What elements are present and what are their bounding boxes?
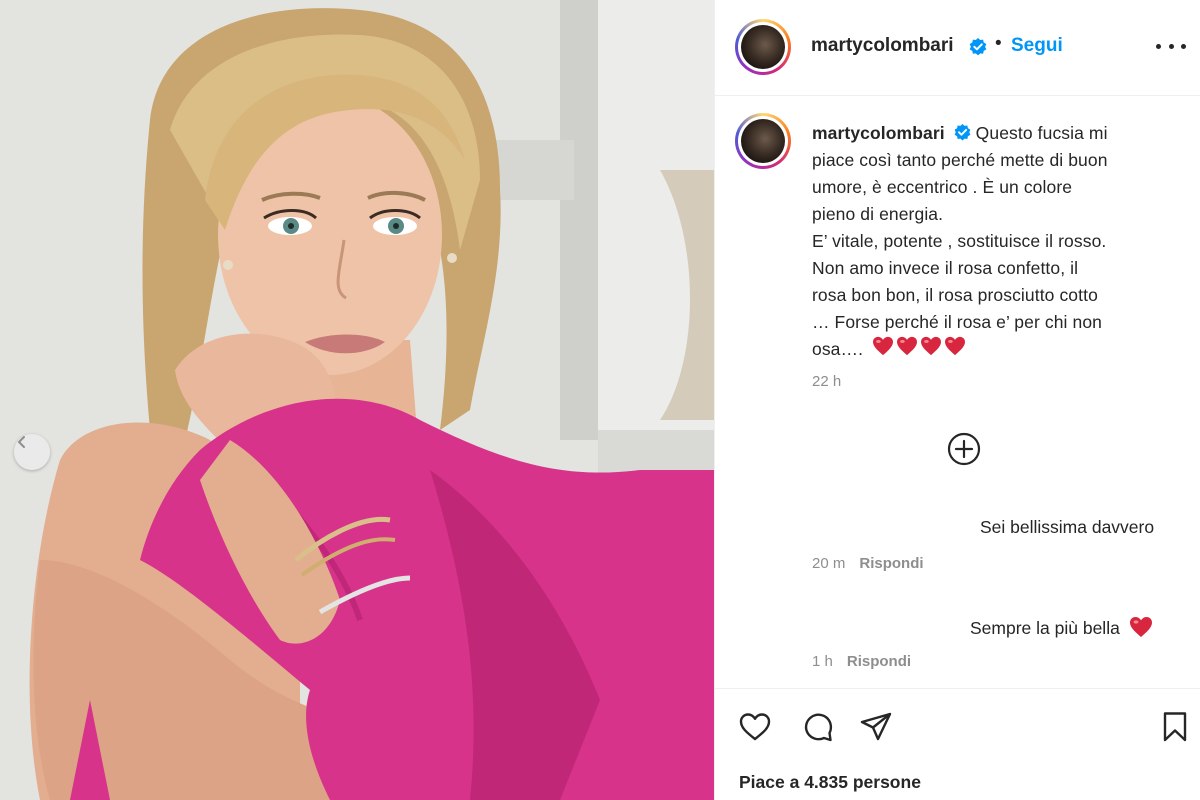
post-actions-bar: Piace a 4.835 persone [715, 688, 1200, 800]
bookmark-icon[interactable] [1157, 709, 1193, 745]
heart-icon[interactable] [737, 709, 773, 745]
comment-meta: 1 h Rispondi [812, 653, 911, 670]
red-heart-emoji-icon [897, 337, 918, 356]
caption-line: Non amo invece il rosa confetto, il [812, 258, 1079, 278]
caption-avatar[interactable] [735, 113, 791, 169]
post-author-username[interactable]: martycolombari [811, 35, 954, 57]
post-header: martycolombari • Segui [715, 0, 1200, 96]
red-heart-emoji-icon [945, 337, 966, 356]
red-heart-emoji-icon [921, 337, 942, 356]
caption-line: umore, è eccentrico . È un colore [812, 177, 1073, 197]
post-side-panel: martycolombari • Segui martycolombari Qu… [714, 0, 1200, 800]
verified-badge-icon [969, 38, 987, 56]
comment-meta: 20 m Rispondi [812, 555, 924, 572]
carousel-prev-button[interactable] [14, 434, 50, 470]
post-photo [0, 0, 714, 800]
plus-circle-icon[interactable] [946, 431, 982, 467]
comment-icon[interactable] [799, 709, 835, 745]
chevron-left-icon [18, 436, 25, 448]
caption-line: … Forse perché il rosa e’ per chi non [812, 312, 1102, 332]
photo-illustration [0, 0, 714, 800]
comment-text: Sei bellissima davvero [980, 517, 1155, 537]
comment-timestamp: 20 m [812, 555, 846, 572]
caption-line: E’ vitale, potente , sostituisce il ross… [812, 231, 1107, 251]
red-heart-emoji-icon [873, 337, 894, 356]
caption-line: rosa bon bon, il rosa prosciutto cotto [812, 285, 1098, 305]
comment-text: Sempre la più bella [970, 616, 1153, 639]
separator-dot: • [995, 33, 1002, 54]
follow-button[interactable]: Segui [1011, 35, 1063, 57]
reply-button[interactable]: Rispondi [859, 555, 923, 572]
more-options-icon[interactable] [1156, 36, 1186, 56]
caption-username[interactable]: martycolombari [812, 123, 945, 143]
caption-line: Questo fucsia mi [975, 123, 1108, 143]
comment-text-value: Sempre la più bella [970, 618, 1120, 638]
reply-button[interactable]: Rispondi [847, 653, 911, 670]
verified-badge-icon [954, 124, 971, 141]
likes-count[interactable]: Piace a 4.835 persone [739, 772, 921, 793]
avatar[interactable] [735, 19, 791, 75]
caption-line: piace così tanto perché mette di buon [812, 150, 1108, 170]
post-caption: martycolombari Questo fucsia mi piace co… [812, 120, 1187, 364]
paper-plane-icon[interactable] [858, 709, 894, 745]
comment-timestamp: 1 h [812, 653, 833, 670]
caption-timestamp[interactable]: 22 h [812, 373, 841, 390]
caption-line: pieno di energia. [812, 204, 944, 224]
heart-emojis [872, 336, 968, 364]
red-heart-emoji-icon [1129, 617, 1152, 637]
caption-line: osa…. [812, 339, 864, 359]
